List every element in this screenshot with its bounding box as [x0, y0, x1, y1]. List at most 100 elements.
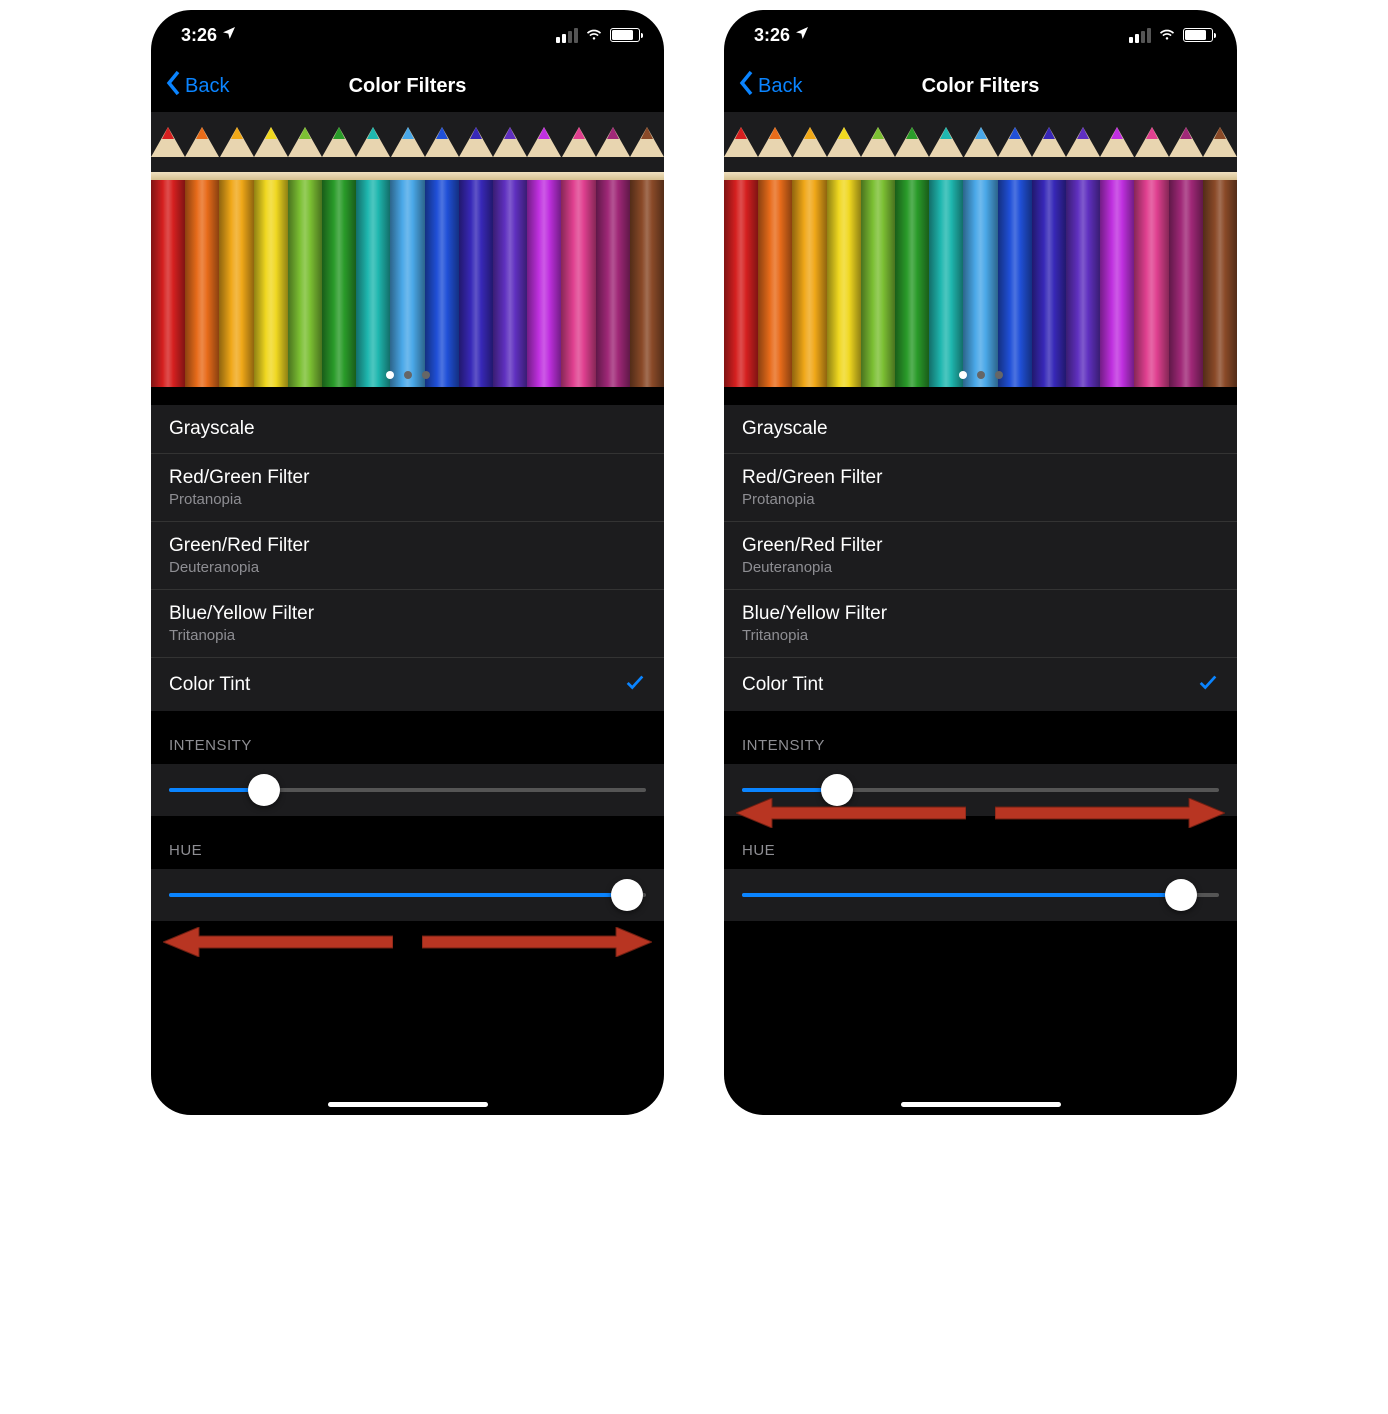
filter-option[interactable]: Blue/Yellow FilterTritanopia: [151, 590, 664, 658]
back-label: Back: [185, 75, 229, 98]
page-indicator[interactable]: [724, 371, 1237, 379]
hue-label: HUE: [151, 816, 664, 869]
intensity-slider-container: [724, 764, 1237, 816]
filter-option[interactable]: Green/Red FilterDeuteranopia: [151, 522, 664, 590]
battery-icon: [1183, 28, 1213, 42]
filter-subtitle: Protanopia: [742, 491, 882, 508]
page-dot: [995, 371, 1003, 379]
intensity-slider[interactable]: [169, 788, 646, 792]
pencil: [929, 127, 963, 387]
hue-slider[interactable]: [169, 893, 646, 897]
filter-option[interactable]: Red/Green Filter Protanopia: [724, 454, 1237, 522]
screenshot-right: 3:26 Back Color FiltersGrayscaleRed/Gree…: [724, 10, 1237, 1115]
pencil: [724, 127, 758, 387]
arrow-left-icon: [163, 927, 393, 957]
filter-option[interactable]: Blue/Yellow Filter Tritanopia: [724, 590, 1237, 658]
pencil: [630, 127, 664, 387]
location-icon: [221, 25, 237, 46]
pencil: [254, 127, 288, 387]
pencil: [356, 127, 390, 387]
pencil: [861, 127, 895, 387]
home-indicator[interactable]: [328, 1102, 488, 1107]
filter-label: Grayscale: [169, 418, 255, 440]
battery-icon: [610, 28, 640, 42]
pencil: [425, 127, 459, 387]
pencil: [459, 127, 493, 387]
filter-subtitle: Tritanopia: [742, 627, 887, 644]
filter-label: Red/Green Filter: [169, 467, 309, 489]
intensity-label: INTENSITY: [151, 711, 664, 764]
location-icon: [794, 25, 810, 46]
page-indicator[interactable]: [151, 371, 664, 379]
pencil: [998, 127, 1032, 387]
filter-label: Red/Green Filter: [742, 467, 882, 489]
pencil: [1032, 127, 1066, 387]
filter-option[interactable]: Red/Green FilterProtanopia: [151, 454, 664, 522]
arrow-right-icon: [422, 927, 652, 957]
chevron-left-icon: [738, 69, 756, 103]
pencil: [288, 127, 322, 387]
hue-section: HUE: [724, 816, 1237, 921]
filter-label: Green/Red Filter: [742, 535, 882, 557]
back-button[interactable]: Back: [738, 69, 802, 103]
hue-slider-container: [151, 869, 664, 921]
pencil: [596, 127, 630, 387]
filter-option[interactable]: Color Tint: [151, 658, 664, 711]
status-bar: 3:26: [724, 10, 1237, 60]
screenshot-left: 3:26 Back Color FiltersGrayscaleRed/Gree…: [151, 10, 664, 1115]
page-dot: [404, 371, 412, 379]
slider-thumb[interactable]: [248, 774, 280, 806]
instruction-arrows: [163, 919, 652, 965]
hue-label: HUE: [724, 816, 1237, 869]
hue-slider[interactable]: [742, 893, 1219, 897]
hue-section: HUE: [151, 816, 664, 921]
cellular-icon: [556, 28, 578, 43]
wifi-icon: [1157, 23, 1177, 48]
pencil: [1203, 127, 1237, 387]
intensity-label: INTENSITY: [724, 711, 1237, 764]
slider-thumb[interactable]: [1165, 879, 1197, 911]
filter-option[interactable]: Grayscale: [724, 405, 1237, 454]
filter-label: Blue/Yellow Filter: [169, 603, 314, 625]
filter-subtitle: Deuteranopia: [169, 559, 309, 576]
back-button[interactable]: Back: [165, 69, 229, 103]
intensity-section: INTENSITY: [151, 711, 664, 816]
filter-preview[interactable]: [151, 112, 664, 387]
intensity-slider-container: [151, 764, 664, 816]
home-indicator[interactable]: [901, 1102, 1061, 1107]
pencil: [895, 127, 929, 387]
filter-label: Blue/Yellow Filter: [742, 603, 887, 625]
checkmark-icon: [624, 671, 646, 698]
back-label: Back: [758, 75, 802, 98]
page-dot: [977, 371, 985, 379]
pencil: [185, 127, 219, 387]
pencil: [792, 127, 826, 387]
pencil: [219, 127, 253, 387]
intensity-slider[interactable]: [742, 788, 1219, 792]
pencil: [561, 127, 595, 387]
filter-option[interactable]: Color Tint: [724, 658, 1237, 711]
page-dot: [422, 371, 430, 379]
filter-label: Grayscale: [742, 418, 828, 440]
pencil: [493, 127, 527, 387]
pencil: [758, 127, 792, 387]
cellular-icon: [1129, 28, 1151, 43]
filter-list: Grayscale Red/Green Filter Protanopia Green…: [724, 405, 1237, 711]
filter-option[interactable]: Green/Red FilterDeuteranopia: [724, 522, 1237, 590]
page-dot: [959, 371, 967, 379]
slider-thumb[interactable]: [611, 879, 643, 911]
intensity-section: INTENSITY: [724, 711, 1237, 816]
pencil: [527, 127, 561, 387]
filter-option[interactable]: Grayscale: [151, 405, 664, 454]
hue-slider-container: [724, 869, 1237, 921]
status-bar: 3:26: [151, 10, 664, 60]
chevron-left-icon: [165, 69, 183, 103]
pencil: [1066, 127, 1100, 387]
pencil: [322, 127, 356, 387]
status-time: 3:26: [181, 25, 217, 46]
wifi-icon: [584, 23, 604, 48]
slider-thumb[interactable]: [821, 774, 853, 806]
filter-preview[interactable]: [724, 112, 1237, 387]
pencil: [1169, 127, 1203, 387]
page-dot: [386, 371, 394, 379]
